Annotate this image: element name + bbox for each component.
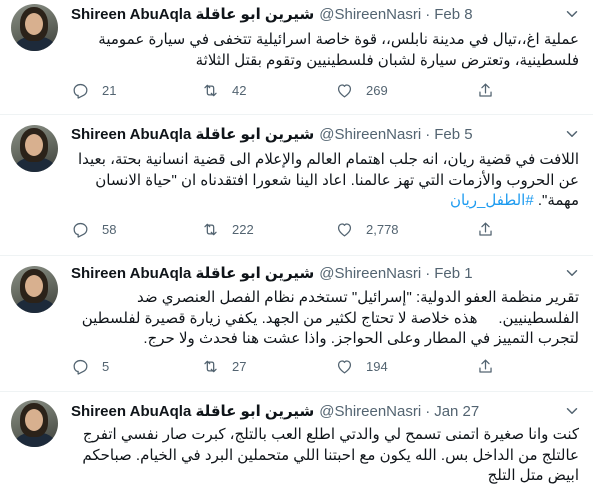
retweet-icon	[204, 223, 217, 235]
reply-button[interactable]: 58	[71, 217, 116, 241]
retweet-icon	[204, 360, 217, 372]
share-button[interactable]	[476, 354, 495, 378]
heart-icon	[337, 83, 352, 97]
avatar[interactable]	[11, 125, 58, 172]
tweet-body: تقرير منظمة العفو الدولية: "إسرائيل" تست…	[77, 289, 579, 347]
tweet[interactable]: Shireen AbuAqla شيرين ابو عاقلة @Shireen…	[0, 115, 593, 256]
retweet-count: 27	[232, 358, 247, 374]
share-icon	[479, 83, 492, 97]
tweet-header: Shireen AbuAqla شيرين ابو عاقلة @Shireen…	[71, 400, 583, 422]
tweet-header: Shireen AbuAqla شيرين ابو عاقلة @Shireen…	[71, 123, 583, 145]
separator-dot: ·	[425, 5, 431, 23]
chevron-down-icon[interactable]	[563, 264, 581, 282]
reply-count: 58	[102, 221, 117, 237]
author-handle[interactable]: @ShireenNasri	[319, 126, 421, 143]
retweet-count: 222	[232, 221, 254, 237]
share-icon	[479, 359, 492, 373]
avatar[interactable]	[11, 4, 58, 51]
tweet-date[interactable]: Feb 1	[434, 265, 472, 282]
retweet-button[interactable]: 42	[201, 78, 246, 102]
hashtag-link[interactable]: #الطفل_ريان	[450, 192, 534, 209]
share-button[interactable]	[476, 217, 495, 241]
tweet-body: كنت وانا صغيرة اتمنى تسمح لي والدتي اطلع…	[78, 426, 579, 484]
retweet-button[interactable]: 222	[201, 217, 254, 241]
like-count: 269	[366, 82, 388, 98]
reply-icon	[73, 83, 88, 99]
retweet-button[interactable]: 27	[201, 354, 246, 378]
reply-icon	[73, 359, 88, 375]
tweet[interactable]: Shireen AbuAqla شيرين ابو عاقلة @Shireen…	[0, 0, 593, 115]
tweet-text: كنت وانا صغيرة اتمنى تسمح لي والدتي اطلع…	[71, 425, 579, 487]
tweet-date[interactable]: Jan 27	[434, 403, 479, 420]
like-button[interactable]: 2,778	[335, 217, 399, 241]
tweet-text: عملية اغ،،تيال في مدينة نابلس،، قوة خاصة…	[71, 30, 579, 71]
chevron-down-icon[interactable]	[563, 125, 581, 143]
separator-dot: ·	[425, 125, 431, 143]
tweet-actions: 5 27 194	[71, 354, 511, 378]
like-count: 194	[366, 358, 388, 374]
tweet-header: Shireen AbuAqla شيرين ابو عاقلة @Shireen…	[71, 262, 583, 284]
author-name[interactable]: Shireen AbuAqla شيرين ابو عاقلة	[71, 402, 314, 420]
author-handle[interactable]: @ShireenNasri	[319, 265, 421, 282]
separator-dot: ·	[425, 264, 431, 282]
chevron-down-icon[interactable]	[563, 402, 581, 420]
tweet-date[interactable]: Feb 5	[434, 126, 472, 143]
author-name[interactable]: Shireen AbuAqla شيرين ابو عاقلة	[71, 125, 314, 143]
tweet-text: اللافت في قضية ريان، انه جلب اهتمام العا…	[71, 150, 579, 212]
share-icon	[479, 222, 492, 236]
like-button[interactable]: 269	[335, 78, 388, 102]
tweet-header: Shireen AbuAqla شيرين ابو عاقلة @Shireen…	[71, 3, 583, 25]
like-count: 2,778	[366, 221, 399, 237]
like-button[interactable]: 194	[335, 354, 388, 378]
tweet-text: تقرير منظمة العفو الدولية: "إسرائيل" تست…	[71, 288, 579, 350]
reply-button[interactable]: 21	[71, 78, 116, 102]
chevron-down-icon[interactable]	[563, 5, 581, 23]
reply-icon	[73, 222, 88, 238]
heart-icon	[337, 359, 352, 373]
share-button[interactable]	[476, 78, 495, 102]
author-handle[interactable]: @ShireenNasri	[319, 6, 421, 23]
reply-count: 21	[102, 82, 117, 98]
heart-icon	[337, 222, 352, 236]
avatar[interactable]	[11, 266, 58, 313]
author-handle[interactable]: @ShireenNasri	[319, 403, 421, 420]
retweet-icon	[204, 84, 217, 96]
author-name[interactable]: Shireen AbuAqla شيرين ابو عاقلة	[71, 5, 314, 23]
tweet[interactable]: Shireen AbuAqla شيرين ابو عاقلة @Shireen…	[0, 256, 593, 392]
retweet-count: 42	[232, 82, 247, 98]
tweet-actions: 58 222 2,778	[71, 217, 511, 241]
avatar[interactable]	[11, 400, 58, 447]
tweet-body: عملية اغ،،تيال في مدينة نابلس،، قوة خاصة…	[94, 31, 579, 69]
tweet-date[interactable]: Feb 8	[434, 6, 472, 23]
separator-dot: ·	[425, 402, 431, 420]
tweet-feed: Shireen AbuAqla شيرين ابو عاقلة @Shireen…	[0, 0, 593, 498]
tweet-actions: 21 42 269	[71, 78, 511, 102]
reply-button[interactable]: 5	[71, 354, 109, 378]
tweet[interactable]: Shireen AbuAqla شيرين ابو عاقلة @Shireen…	[0, 392, 593, 498]
reply-count: 5	[102, 358, 110, 374]
author-name[interactable]: Shireen AbuAqla شيرين ابو عاقلة	[71, 264, 314, 282]
